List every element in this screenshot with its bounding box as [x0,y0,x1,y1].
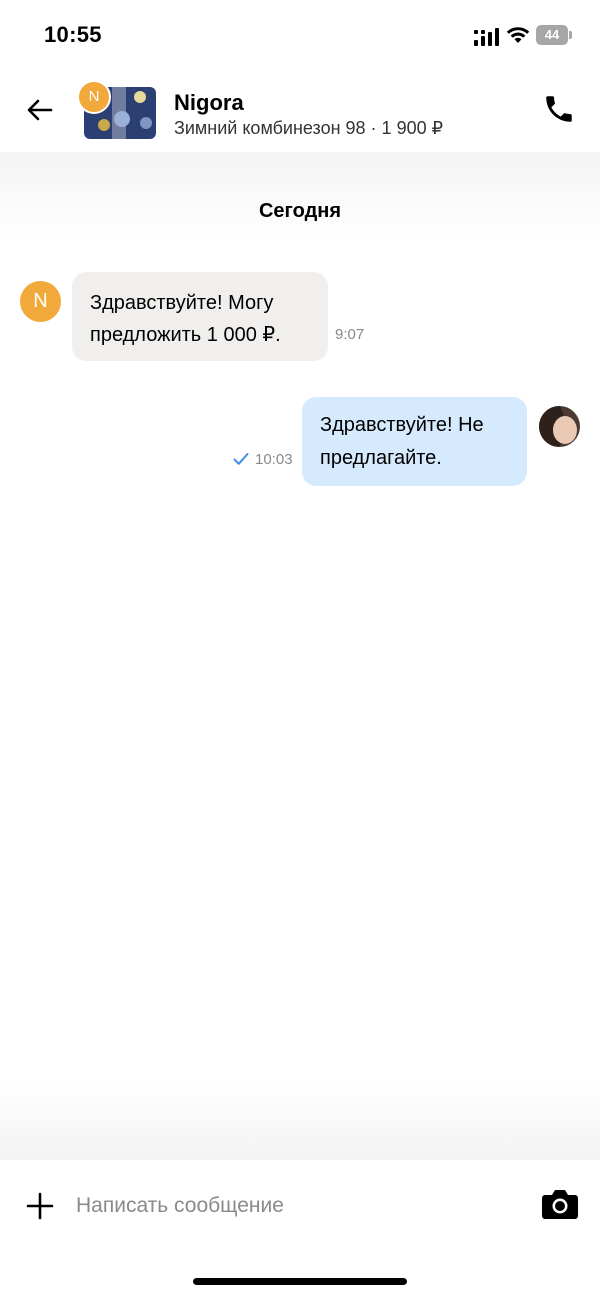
seller-name[interactable]: Nigora [174,90,244,116]
arrow-left-icon[interactable] [24,94,56,126]
message-text-line: Здравствуйте! Не [320,414,484,436]
composer-shadow [0,1080,600,1160]
battery-level: 44 [544,27,560,42]
message-time: 10:03 [255,451,293,468]
incoming-message-bubble[interactable]: Здравствуйте! Могу предложить 1 000 ₽. [72,272,328,361]
plus-icon[interactable] [26,1192,54,1220]
message-text-line: предлагайте. [320,447,442,469]
seller-avatar-badge: N [77,80,111,114]
message-text-line: Здравствуйте! Могу [90,292,274,314]
message-text-line: предложить 1 000 ₽. [90,324,281,346]
check-icon [233,453,249,465]
message-time: 9:07 [335,326,365,343]
sender-avatar[interactable]: N [20,281,61,322]
date-divider: Сегодня [258,200,342,222]
battery-indicator: 44 [536,25,572,45]
chat-header: N Nigora Зимний комбинезон 98 · 1 900 ₽ [0,70,600,152]
wifi-icon [506,27,530,43]
item-subtitle[interactable]: Зимний комбинезон 98 · 1 900 ₽ [174,118,443,139]
phone-icon[interactable] [542,92,576,126]
camera-icon[interactable] [541,1188,579,1220]
message-composer [0,1160,600,1297]
user-avatar [539,406,580,447]
battery-cap [569,31,572,39]
outgoing-message-bubble[interactable]: Здравствуйте! Не предлагайте. [302,397,527,486]
status-time: 10:55 [44,22,102,47]
header-shadow [0,152,600,242]
message-input[interactable] [76,1186,516,1226]
home-indicator [193,1278,407,1285]
status-bar: 10:55 44 [0,0,600,70]
cellular-signal-icon [474,28,499,46]
